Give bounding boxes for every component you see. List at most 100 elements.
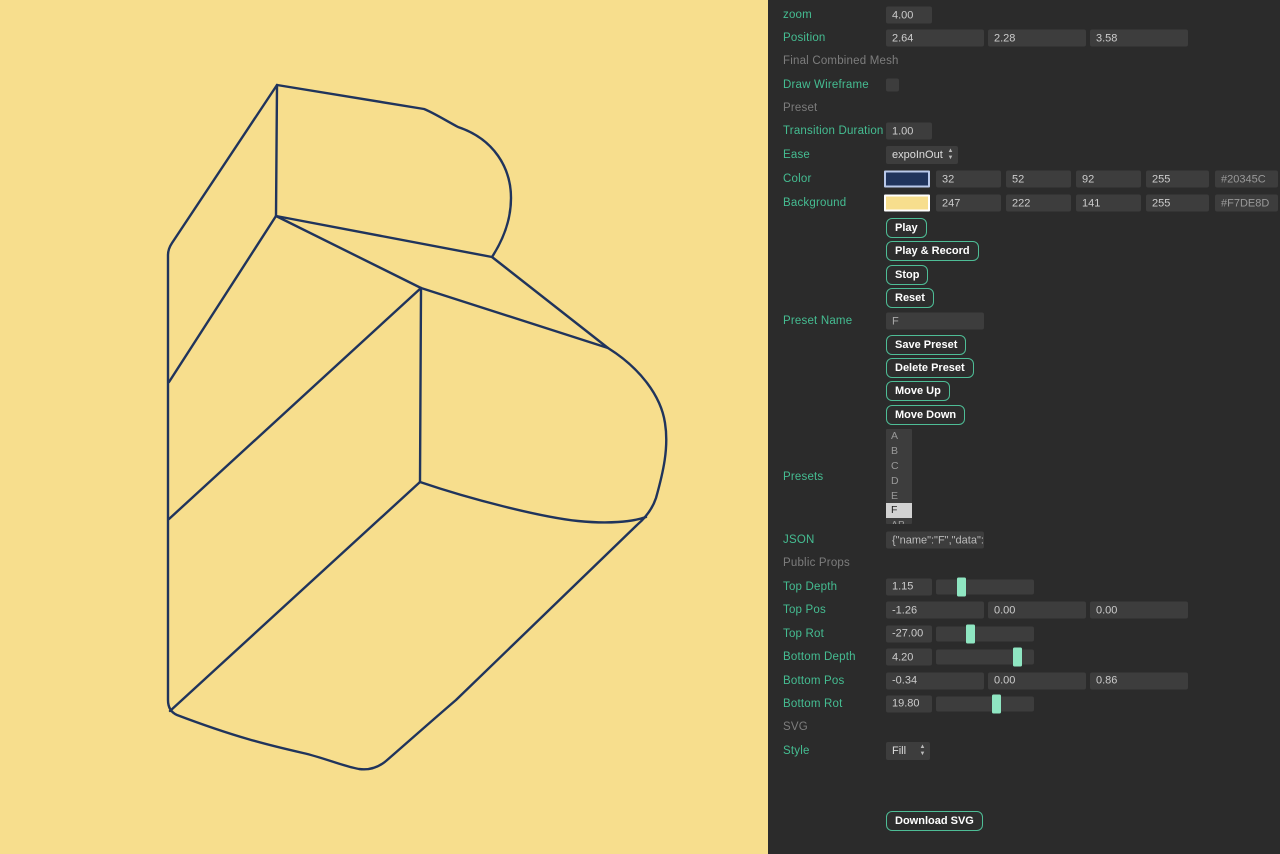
preset-name-label: Preset Name <box>783 315 852 327</box>
row-ease: Ease expoInOut ▲▼ <box>768 144 1280 166</box>
bottom-depth-input[interactable] <box>886 649 932 666</box>
position-label: Position <box>783 32 826 44</box>
row-presets: Presets ABCDEFAB <box>768 429 1280 524</box>
download-svg-button[interactable]: Download SVG <box>886 811 983 831</box>
bottom-rot-input[interactable] <box>886 695 932 712</box>
row-draw-wireframe: Draw Wireframe <box>768 74 1280 96</box>
background-label: Background <box>783 197 846 209</box>
preset-list-item[interactable]: E <box>886 489 912 504</box>
position-z-input[interactable] <box>1090 30 1188 47</box>
background-b-input[interactable] <box>1076 195 1141 212</box>
bottom-pos-label: Bottom Pos <box>783 675 844 687</box>
row-section-svg: SVG <box>768 716 1280 738</box>
bottom-depth-label: Bottom Depth <box>783 651 856 663</box>
row-preset-name: Preset Name <box>768 310 1280 332</box>
row-bottom-depth: Bottom Depth <box>768 646 1280 668</box>
move-down-button[interactable]: Move Down <box>886 405 965 425</box>
row-top-depth: Top Depth <box>768 576 1280 598</box>
final-combined-mesh-section-label: Final Combined Mesh <box>783 55 899 67</box>
public-props-section-label: Public Props <box>783 557 850 569</box>
color-r-input[interactable] <box>936 171 1001 188</box>
delete-preset-button[interactable]: Delete Preset <box>886 358 974 378</box>
row-top-rot: Top Rot <box>768 623 1280 645</box>
top-pos-label: Top Pos <box>783 604 826 616</box>
background-swatch[interactable] <box>884 195 930 212</box>
viewport[interactable] <box>0 0 768 854</box>
transition-duration-input[interactable] <box>886 123 932 140</box>
top-depth-label: Top Depth <box>783 581 837 593</box>
preset-list-item-partial[interactable]: AB <box>886 518 912 524</box>
json-input[interactable] <box>886 532 984 549</box>
play-record-button[interactable]: Play & Record <box>886 241 979 261</box>
row-section-public-props: Public Props <box>768 552 1280 574</box>
top-rot-input[interactable] <box>886 625 932 642</box>
row-bottom-pos: Bottom Pos <box>768 670 1280 692</box>
row-top-pos: Top Pos <box>768 599 1280 621</box>
svg-section-label: SVG <box>783 721 808 733</box>
ease-label: Ease <box>783 149 810 161</box>
background-r-input[interactable] <box>936 195 1001 212</box>
row-bottom-rot: Bottom Rot <box>768 693 1280 715</box>
select-arrows-icon: ▲▼ <box>946 148 955 162</box>
row-style: Style Fill ▲▼ <box>768 740 1280 762</box>
preset-list-item[interactable]: C <box>886 459 912 474</box>
top-pos-y-input[interactable] <box>988 602 1086 619</box>
bottom-depth-slider[interactable] <box>936 650 1034 665</box>
json-label: JSON <box>783 534 814 546</box>
stop-button[interactable]: Stop <box>886 265 928 285</box>
presets-list[interactable]: ABCDEFAB <box>886 429 912 524</box>
preset-list-item[interactable]: B <box>886 444 912 459</box>
top-depth-input[interactable] <box>886 578 932 595</box>
ease-select[interactable]: expoInOut ▲▼ <box>886 146 958 164</box>
bottom-rot-slider[interactable] <box>936 696 1034 711</box>
reset-button[interactable]: Reset <box>886 288 934 308</box>
color-a-input[interactable] <box>1146 171 1209 188</box>
position-y-input[interactable] <box>988 30 1086 47</box>
background-hex-input[interactable] <box>1215 195 1278 212</box>
background-a-input[interactable] <box>1146 195 1209 212</box>
position-x-input[interactable] <box>886 30 984 47</box>
color-g-input[interactable] <box>1006 171 1071 188</box>
color-label: Color <box>783 173 811 185</box>
draw-wireframe-checkbox[interactable] <box>886 78 899 91</box>
row-color: Color <box>768 168 1280 190</box>
bottom-rot-slider-handle[interactable] <box>992 694 1001 713</box>
play-button[interactable]: Play <box>886 218 927 238</box>
bottom-pos-x-input[interactable] <box>886 672 984 689</box>
top-rot-slider[interactable] <box>936 626 1034 641</box>
row-background: Background <box>768 192 1280 214</box>
preset-section-label: Preset <box>783 102 817 114</box>
background-g-input[interactable] <box>1006 195 1071 212</box>
control-panel: zoom Position Final Combined Mesh Draw W… <box>768 0 1280 854</box>
preset-name-input[interactable] <box>886 313 984 330</box>
bottom-pos-y-input[interactable] <box>988 672 1086 689</box>
row-section-preset: Preset <box>768 97 1280 119</box>
bottom-depth-slider-handle[interactable] <box>1013 648 1022 667</box>
top-pos-z-input[interactable] <box>1090 602 1188 619</box>
select-arrows-icon: ▲▼ <box>918 744 927 758</box>
row-position: Position <box>768 27 1280 49</box>
row-zoom: zoom <box>768 4 1280 26</box>
style-select[interactable]: Fill ▲▼ <box>886 742 930 760</box>
presets-label: Presets <box>783 471 823 483</box>
row-json: JSON <box>768 529 1280 551</box>
preset-list-item[interactable]: F <box>886 503 912 518</box>
row-transition-duration: Transition Duration <box>768 120 1280 142</box>
color-hex-input[interactable] <box>1215 171 1278 188</box>
move-up-button[interactable]: Move Up <box>886 381 950 401</box>
transition-duration-label: Transition Duration <box>783 125 884 137</box>
top-depth-slider[interactable] <box>936 579 1034 594</box>
color-b-input[interactable] <box>1076 171 1141 188</box>
zoom-label: zoom <box>783 9 812 21</box>
top-pos-x-input[interactable] <box>886 602 984 619</box>
save-preset-button[interactable]: Save Preset <box>886 335 966 355</box>
zoom-input[interactable] <box>886 7 932 24</box>
style-label: Style <box>783 745 810 757</box>
top-depth-slider-handle[interactable] <box>957 577 966 596</box>
color-swatch[interactable] <box>884 171 930 188</box>
preset-list-item[interactable]: D <box>886 474 912 489</box>
preset-list-item[interactable]: A <box>886 429 912 444</box>
letter-wireframe <box>0 0 768 854</box>
bottom-pos-z-input[interactable] <box>1090 672 1188 689</box>
top-rot-slider-handle[interactable] <box>966 624 975 643</box>
